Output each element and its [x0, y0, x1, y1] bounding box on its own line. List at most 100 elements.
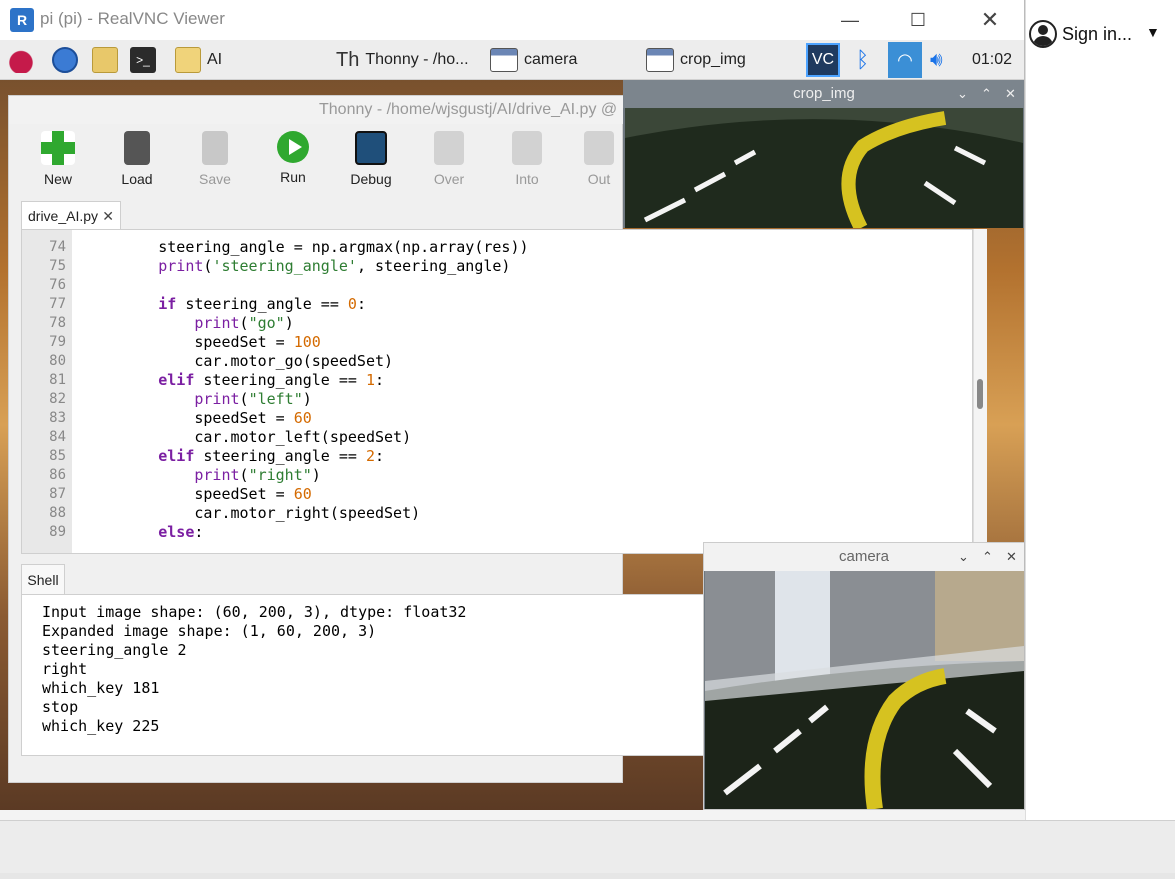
vnc-viewer-window: R pi (pi) - RealVNC Viewer — ☐ ✕ >_ AI T…	[0, 0, 1025, 810]
camera-frame	[705, 571, 1024, 809]
task-thonny-label: Thonny - /ho...	[365, 51, 469, 68]
volume-icon[interactable]: 🔊︎	[930, 46, 943, 74]
chevron-up-icon[interactable]: ⌃	[981, 80, 992, 108]
line-number: 87	[49, 486, 66, 502]
save-button[interactable]: Save	[185, 131, 245, 187]
step-over-button[interactable]: Over	[419, 131, 479, 187]
camera-window: camera ⌄ ⌃ ✕	[703, 542, 1024, 810]
host-side-panel: Sign in... ▼	[1025, 0, 1175, 820]
new-label: New	[43, 171, 72, 187]
tab-shell[interactable]: Shell	[21, 564, 65, 594]
shell-line: which_key 181	[42, 679, 160, 697]
line-number: 75	[49, 258, 66, 274]
code-line: speedSet = 60	[86, 409, 312, 427]
crop-img-frame	[625, 108, 1023, 228]
save-icon	[202, 131, 228, 165]
over-label: Over	[433, 171, 465, 187]
debug-button[interactable]: Debug	[341, 131, 401, 187]
run-button[interactable]: Run	[263, 131, 323, 185]
step-out-button[interactable]: Out	[575, 131, 623, 187]
chevron-down-icon[interactable]: ⌄	[958, 543, 969, 571]
vnc-server-tray-icon[interactable]: VC	[806, 43, 840, 77]
vnc-title-bar: R pi (pi) - RealVNC Viewer — ☐ ✕	[0, 0, 1024, 40]
code-line: speedSet = 100	[86, 333, 321, 351]
code-line: else:	[158, 523, 204, 541]
tab-drive-ai-py[interactable]: drive_AI.py ✕	[21, 201, 121, 229]
browser-globe-icon[interactable]	[52, 46, 84, 74]
bluetooth-icon[interactable]: ᛒ	[856, 46, 869, 74]
scrollbar-thumb[interactable]	[977, 379, 983, 409]
line-number: 84	[49, 429, 66, 445]
close-icon[interactable]: ✕	[1006, 543, 1017, 571]
task-camera[interactable]: camera	[490, 46, 577, 74]
code-line: car.motor_left(speedSet)	[86, 428, 412, 446]
chevron-down-icon[interactable]: ⌄	[957, 80, 968, 108]
line-number: 82	[49, 391, 66, 407]
line-number: 88	[49, 505, 66, 521]
step-into-icon	[512, 131, 542, 165]
shell-line: Input image shape: (60, 200, 3), dtype: …	[42, 603, 467, 621]
sign-in-link[interactable]: Sign in...	[1062, 24, 1132, 45]
minimize-button[interactable]: —	[830, 6, 870, 34]
code-line: elif steering_angle == 1:	[158, 371, 385, 389]
task-camera-label: camera	[524, 51, 578, 68]
folder-ai-shortcut[interactable]: AI	[175, 46, 222, 74]
window-icon	[646, 48, 674, 72]
code-editor[interactable]: 74 75 76 77 78 79 80 81 82 83 84 85 86 87 88 89 steerin…	[21, 229, 973, 554]
crop-img-window: crop_img ⌄ ⌃ ✕	[623, 80, 1024, 228]
thonny-title-bar: Thonny - /home/wjsgustj/AI/drive_AI.py @	[9, 96, 624, 124]
shell-output[interactable]: Input image shape: (60, 200, 3), dtype: …	[21, 594, 711, 756]
code-line: car.motor_go(speedSet)	[86, 352, 394, 370]
code-line: if steering_angle == 0:	[158, 295, 366, 313]
window-icon	[490, 48, 518, 72]
code-line: print("left")	[194, 390, 312, 408]
code-line: car.motor_right(speedSet)	[86, 504, 421, 522]
line-number: 76	[49, 277, 66, 293]
task-crop-img-label: crop_img	[680, 51, 746, 68]
line-number: 86	[49, 467, 66, 483]
close-button[interactable]: ✕	[970, 6, 1010, 34]
debug-label: Debug	[350, 171, 392, 187]
line-number-gutter: 74 75 76 77 78 79 80 81 82 83 84 85 86 87 88 89	[22, 230, 72, 553]
folder-ai-label: AI	[207, 51, 223, 68]
into-label: Into	[515, 171, 539, 187]
play-icon	[277, 131, 309, 163]
out-label: Out	[587, 171, 611, 187]
code-line: speedSet = 60	[86, 485, 312, 503]
code-line: elif steering_angle == 2:	[158, 447, 385, 465]
folder-icon	[175, 47, 201, 73]
user-avatar-icon[interactable]	[1029, 20, 1057, 48]
shell-line: stop	[42, 698, 79, 716]
line-number: 74	[49, 239, 66, 255]
chevron-down-icon[interactable]: ▼	[1146, 24, 1160, 40]
editor-scrollbar[interactable]	[973, 229, 987, 554]
line-number: 89	[49, 524, 66, 540]
step-into-button[interactable]: Into	[497, 131, 557, 187]
thonny-icon: Th	[336, 48, 360, 71]
chevron-up-icon[interactable]: ⌃	[982, 543, 993, 571]
close-icon[interactable]: ✕	[1005, 80, 1016, 108]
thonny-window: Thonny - /home/wjsgustj/AI/drive_AI.py @…	[8, 95, 987, 783]
shell-line: right	[42, 660, 88, 678]
load-label: Load	[121, 171, 153, 187]
maximize-button[interactable]: ☐	[898, 6, 938, 34]
terminal-icon[interactable]: >_	[130, 46, 162, 74]
line-number: 78	[49, 315, 66, 331]
realvnc-logo-icon: R	[10, 8, 34, 32]
file-manager-icon[interactable]	[92, 46, 124, 74]
host-bottom-bar	[0, 820, 1175, 879]
wifi-icon[interactable]: ◠	[888, 42, 922, 78]
line-number: 85	[49, 448, 66, 464]
load-icon	[124, 131, 150, 165]
new-button[interactable]: New	[28, 131, 88, 187]
code-line: print("right")	[194, 466, 321, 484]
close-tab-icon[interactable]: ✕	[102, 202, 114, 230]
line-number: 80	[49, 353, 66, 369]
load-button[interactable]: Load	[107, 131, 167, 187]
debug-icon	[355, 131, 387, 165]
task-thonny[interactable]: Th Thonny - /ho...	[336, 46, 469, 74]
raspberry-menu-icon[interactable]	[8, 46, 40, 74]
code-line: print("go")	[194, 314, 294, 332]
task-crop-img[interactable]: crop_img	[646, 46, 746, 74]
vnc-window-title: pi (pi) - RealVNC Viewer	[40, 9, 225, 28]
